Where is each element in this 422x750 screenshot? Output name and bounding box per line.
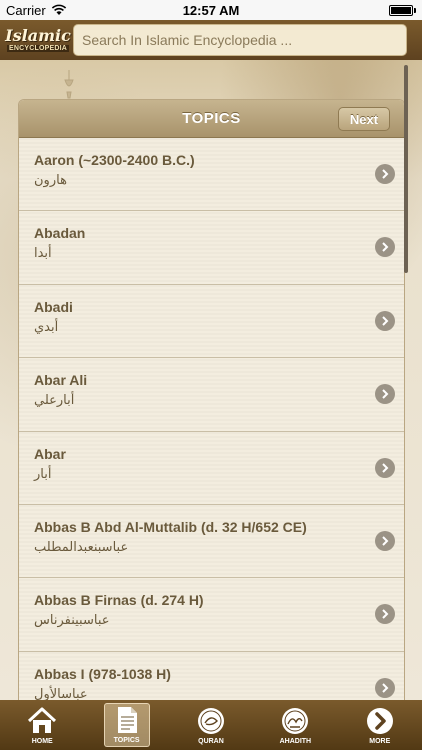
- next-button[interactable]: Next: [338, 107, 390, 131]
- logo-line1: Islamic: [5, 26, 71, 45]
- list-item[interactable]: Abadi أبدي: [19, 284, 404, 359]
- list-item[interactable]: Abar Ali أبارعلي: [19, 358, 404, 432]
- chevron-right-icon[interactable]: [375, 530, 395, 551]
- list-item[interactable]: Abbas B Abd Al-Muttalib (d. 32 H/652 CE)…: [19, 504, 404, 579]
- topic-arabic: أبارعلي: [34, 393, 75, 409]
- lamp-decoration-icon: [64, 70, 74, 99]
- list-item[interactable]: Abbas I (978-1038 H) عباسالأول: [19, 651, 404, 702]
- chevron-right-icon[interactable]: [375, 457, 395, 478]
- battery-icon: [389, 4, 416, 16]
- topic-arabic: عباسبنعبدالمطلب: [34, 539, 129, 555]
- topic-arabic: أبدي: [34, 319, 59, 335]
- topics-panel: TOPICS Next Aaron (~2300-2400 B.C.) هارو…: [18, 99, 405, 702]
- search-input[interactable]: Search In Islamic Encyclopedia ...: [73, 24, 407, 56]
- topic-arabic: هارون: [34, 173, 67, 188]
- tab-label: HOME: [31, 738, 53, 745]
- wifi-icon: [51, 4, 66, 15]
- tab-topics[interactable]: TOPICS: [103, 703, 150, 747]
- topics-list: Aaron (~2300-2400 B.C.) هارون Abadan أبد…: [19, 138, 404, 702]
- chevron-right-icon[interactable]: [375, 677, 395, 698]
- topic-title: Abadi: [34, 298, 73, 315]
- chevron-right-circle-icon: [365, 706, 395, 736]
- list-item[interactable]: Aaron (~2300-2400 B.C.) هارون: [19, 138, 404, 212]
- list-item[interactable]: Abbas B Firnas (d. 274 H) عباسبينفرناس: [19, 578, 404, 652]
- app-logo: Islamic ENCYCLOPEDIA: [4, 22, 72, 58]
- quran-icon: [196, 706, 226, 736]
- chevron-right-icon[interactable]: [375, 310, 395, 331]
- tab-quran[interactable]: QURAN: [188, 703, 234, 747]
- list-item[interactable]: Abar أبار: [19, 431, 404, 505]
- tab-label: TOPICS: [113, 737, 140, 744]
- tab-label: MORE: [369, 738, 391, 745]
- topic-title: Aaron (~2300-2400 B.C.): [34, 152, 195, 168]
- list-item[interactable]: Abadan أبدا: [19, 211, 404, 285]
- topic-title: Abbas B Firnas (d. 274 H): [34, 592, 204, 609]
- panel-header: TOPICS Next: [19, 100, 404, 138]
- search-placeholder: Search In Islamic Encyclopedia ...: [82, 32, 293, 48]
- topic-arabic: أبدا: [34, 246, 52, 262]
- tab-home[interactable]: HOME: [19, 703, 65, 747]
- topic-arabic: عباسبينفرناس: [34, 613, 110, 629]
- tab-label: QURAN: [198, 738, 224, 745]
- tab-more[interactable]: MORE: [357, 703, 403, 747]
- document-icon: [112, 705, 142, 735]
- topic-title: Abadan: [34, 225, 86, 242]
- topic-title: Abbas B Abd Al-Muttalib (d. 32 H/652 CE): [34, 518, 307, 535]
- tab-label: AHADITH: [279, 738, 312, 745]
- home-icon: [27, 706, 57, 736]
- chevron-right-icon[interactable]: [375, 164, 395, 184]
- ahadith-icon: [280, 706, 310, 736]
- panel-title: TOPICS: [182, 110, 241, 127]
- status-bar: Carrier 12:57 AM: [0, 0, 422, 20]
- topic-title: Abbas I (978-1038 H): [34, 665, 171, 682]
- topic-title: Abar: [34, 445, 66, 462]
- scrollbar[interactable]: [404, 65, 408, 273]
- tab-ahadith[interactable]: AHADITH: [272, 703, 318, 747]
- carrier-label: Carrier: [6, 2, 46, 18]
- topic-arabic: أبار: [34, 466, 52, 482]
- logo-line2: ENCYCLOPEDIA: [6, 45, 70, 52]
- app-header: Islamic ENCYCLOPEDIA Search In Islamic E…: [0, 20, 422, 60]
- topic-title: Abar Ali: [34, 372, 88, 389]
- tab-bar: HOME TOPICS QURAN AHADITH MORE: [0, 700, 422, 750]
